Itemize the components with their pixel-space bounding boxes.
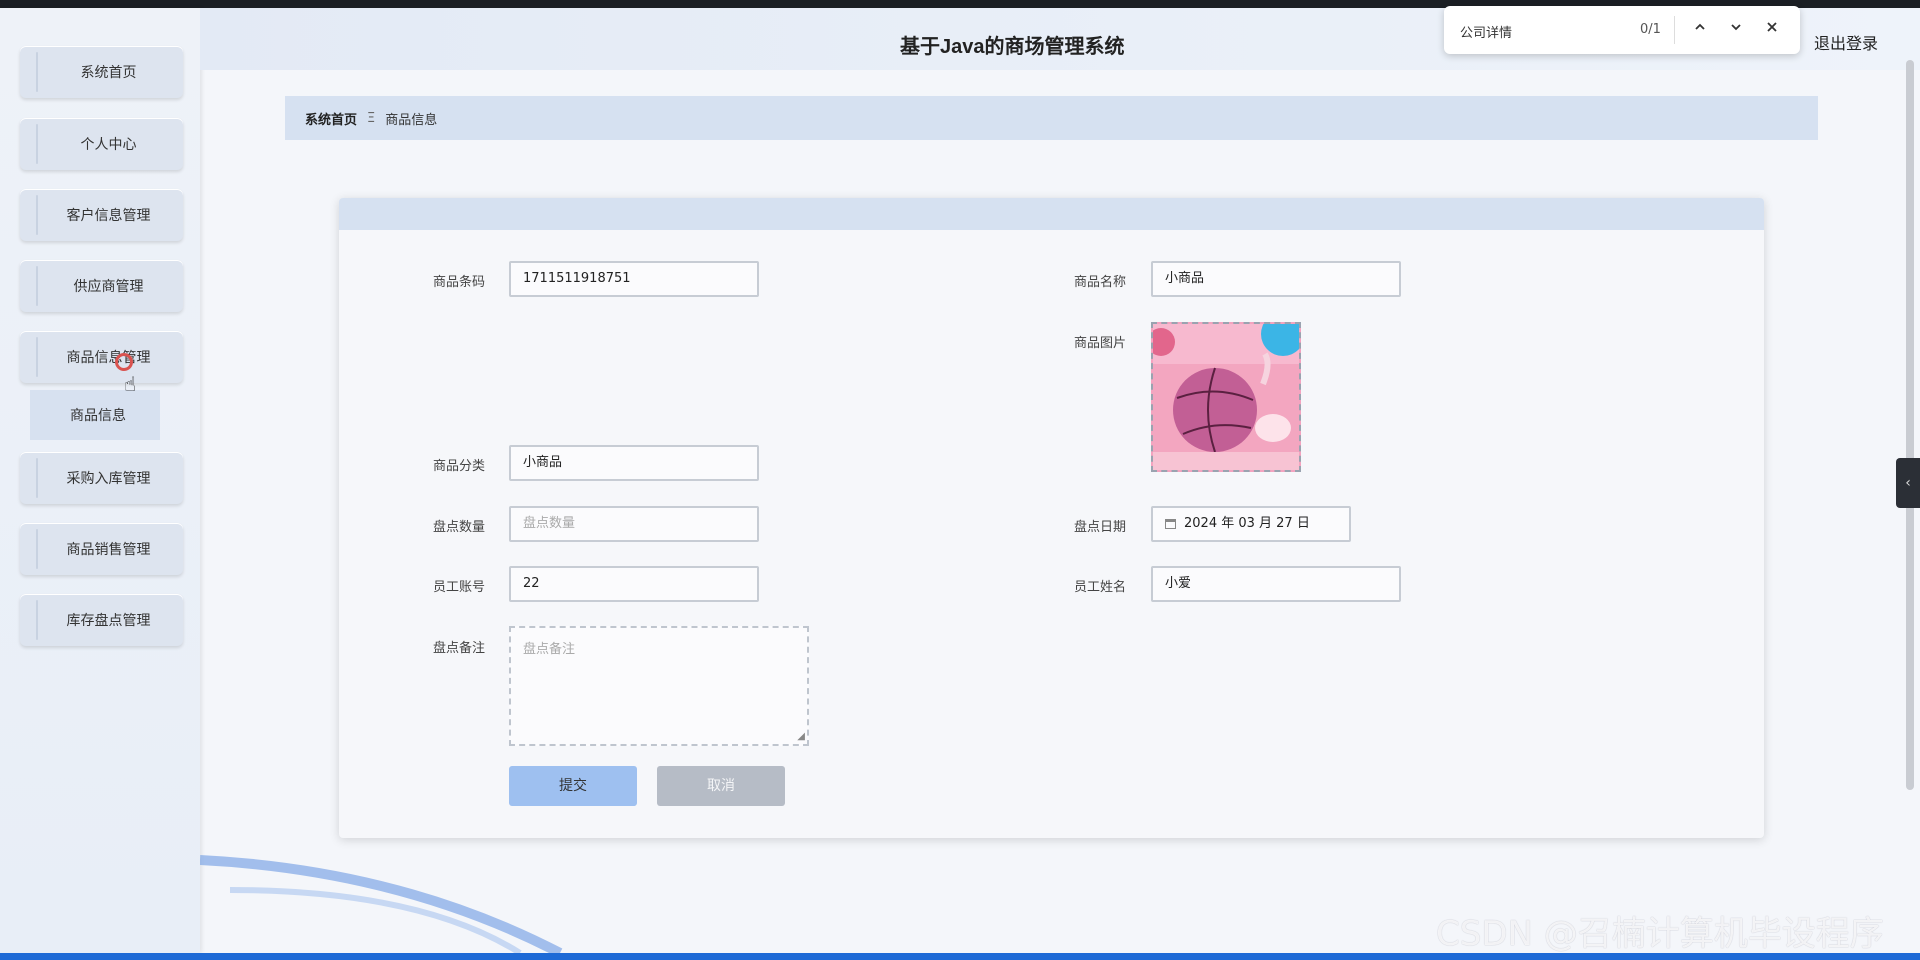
- sidebar-item-purchase-inbound[interactable]: 采购入库管理: [20, 452, 183, 504]
- hand-cursor-icon: ☝: [124, 372, 137, 396]
- chevron-up-icon[interactable]: [1688, 18, 1712, 42]
- product-form-panel: 商品条码 1711511918751 商品名称 小商品 商品图片 商品分类 小商…: [339, 198, 1764, 838]
- remark-textarea[interactable]: 盘点备注 ◢: [509, 626, 809, 746]
- sidebar-item-label: 商品销售管理: [66, 542, 151, 558]
- basketball-photo: [1153, 324, 1299, 470]
- sidebar-item-label: 系统首页: [80, 65, 137, 81]
- sidebar-item-label: 采购入库管理: [66, 471, 151, 487]
- stock-count-label: 盘点数量: [433, 520, 486, 535]
- product-image[interactable]: [1151, 322, 1301, 472]
- barcode-label: 商品条码: [433, 275, 486, 290]
- sidebar-item-label: 客户信息管理: [66, 208, 151, 224]
- sidebar-item-label: 商品信息管理: [66, 350, 151, 366]
- sidebar-item-label: 供应商管理: [73, 279, 144, 295]
- calendar-icon: [1165, 518, 1176, 529]
- barcode-field[interactable]: 1711511918751: [509, 261, 759, 297]
- stock-date-label: 盘点日期: [1074, 520, 1127, 535]
- employee-account-field[interactable]: 22: [509, 566, 759, 602]
- taskbar-strip: [0, 953, 1920, 960]
- sidebar-item-profile[interactable]: 个人中心: [20, 118, 183, 170]
- employee-account-label: 员工账号: [433, 580, 486, 595]
- remark-placeholder: 盘点备注: [523, 642, 576, 657]
- logout-button[interactable]: 退出登录: [1814, 30, 1878, 54]
- sidebar-item-products[interactable]: 商品信息管理: [20, 331, 183, 383]
- click-indicator-icon: [115, 353, 133, 371]
- stock-count-field[interactable]: 盘点数量: [509, 506, 759, 542]
- page-scrollbar[interactable]: [1906, 60, 1914, 790]
- stock-date-picker[interactable]: 2024 年 03 月 27 日: [1151, 506, 1351, 542]
- submit-button[interactable]: 提交: [509, 766, 637, 806]
- app-title: 基于Java的商场管理系统: [900, 36, 1125, 58]
- chevron-left-icon[interactable]: ‹: [1896, 458, 1920, 508]
- breadcrumb-home[interactable]: 系统首页: [305, 109, 357, 128]
- find-input[interactable]: 公司详情: [1460, 22, 1512, 41]
- sidebar-item-inventory[interactable]: 库存盘点管理: [20, 594, 183, 646]
- remark-label: 盘点备注: [433, 641, 486, 656]
- cancel-button[interactable]: 取消: [657, 766, 785, 806]
- breadcrumb-separator: Ξ: [367, 110, 376, 126]
- sidebar-item-sales[interactable]: 商品销售管理: [20, 523, 183, 575]
- find-match-count: 0/1: [1640, 22, 1661, 37]
- employee-name-field[interactable]: 小爱: [1151, 566, 1401, 602]
- employee-name-label: 员工姓名: [1074, 580, 1127, 595]
- breadcrumb: 系统首页 Ξ 商品信息: [285, 96, 1818, 140]
- sidebar-item-label: 库存盘点管理: [66, 613, 151, 629]
- chevron-down-icon[interactable]: [1724, 18, 1748, 42]
- sidebar-item-label: 个人中心: [80, 137, 137, 153]
- find-in-page-bar: 公司详情 0/1: [1444, 6, 1800, 54]
- panel-header: [339, 198, 1764, 230]
- category-field[interactable]: 小商品: [509, 445, 759, 481]
- category-label: 商品分类: [433, 459, 486, 474]
- stock-date-value: 2024 年 03 月 27 日: [1184, 516, 1310, 531]
- sidebar-item-suppliers[interactable]: 供应商管理: [20, 260, 183, 312]
- close-icon[interactable]: [1760, 18, 1784, 42]
- sidebar-subitem-product-info[interactable]: 商品信息: [30, 390, 160, 440]
- sidebar-item-customers[interactable]: 客户信息管理: [20, 189, 183, 241]
- product-name-label: 商品名称: [1074, 275, 1127, 290]
- sidebar-subitem-label: 商品信息: [70, 408, 126, 424]
- sidebar: 系统首页 个人中心 客户信息管理 供应商管理 商品信息管理 商品信息 采购入库管…: [0, 8, 200, 953]
- product-name-field[interactable]: 小商品: [1151, 261, 1401, 297]
- divider: [1674, 16, 1675, 44]
- watermark: CSDN @召楠计算机毕设程序: [1436, 914, 1884, 954]
- sidebar-item-home[interactable]: 系统首页: [20, 46, 183, 98]
- decorative-wave: [200, 855, 563, 953]
- breadcrumb-current: 商品信息: [385, 112, 438, 128]
- product-image-label: 商品图片: [1074, 336, 1127, 351]
- resize-grip-icon[interactable]: ◢: [797, 731, 805, 742]
